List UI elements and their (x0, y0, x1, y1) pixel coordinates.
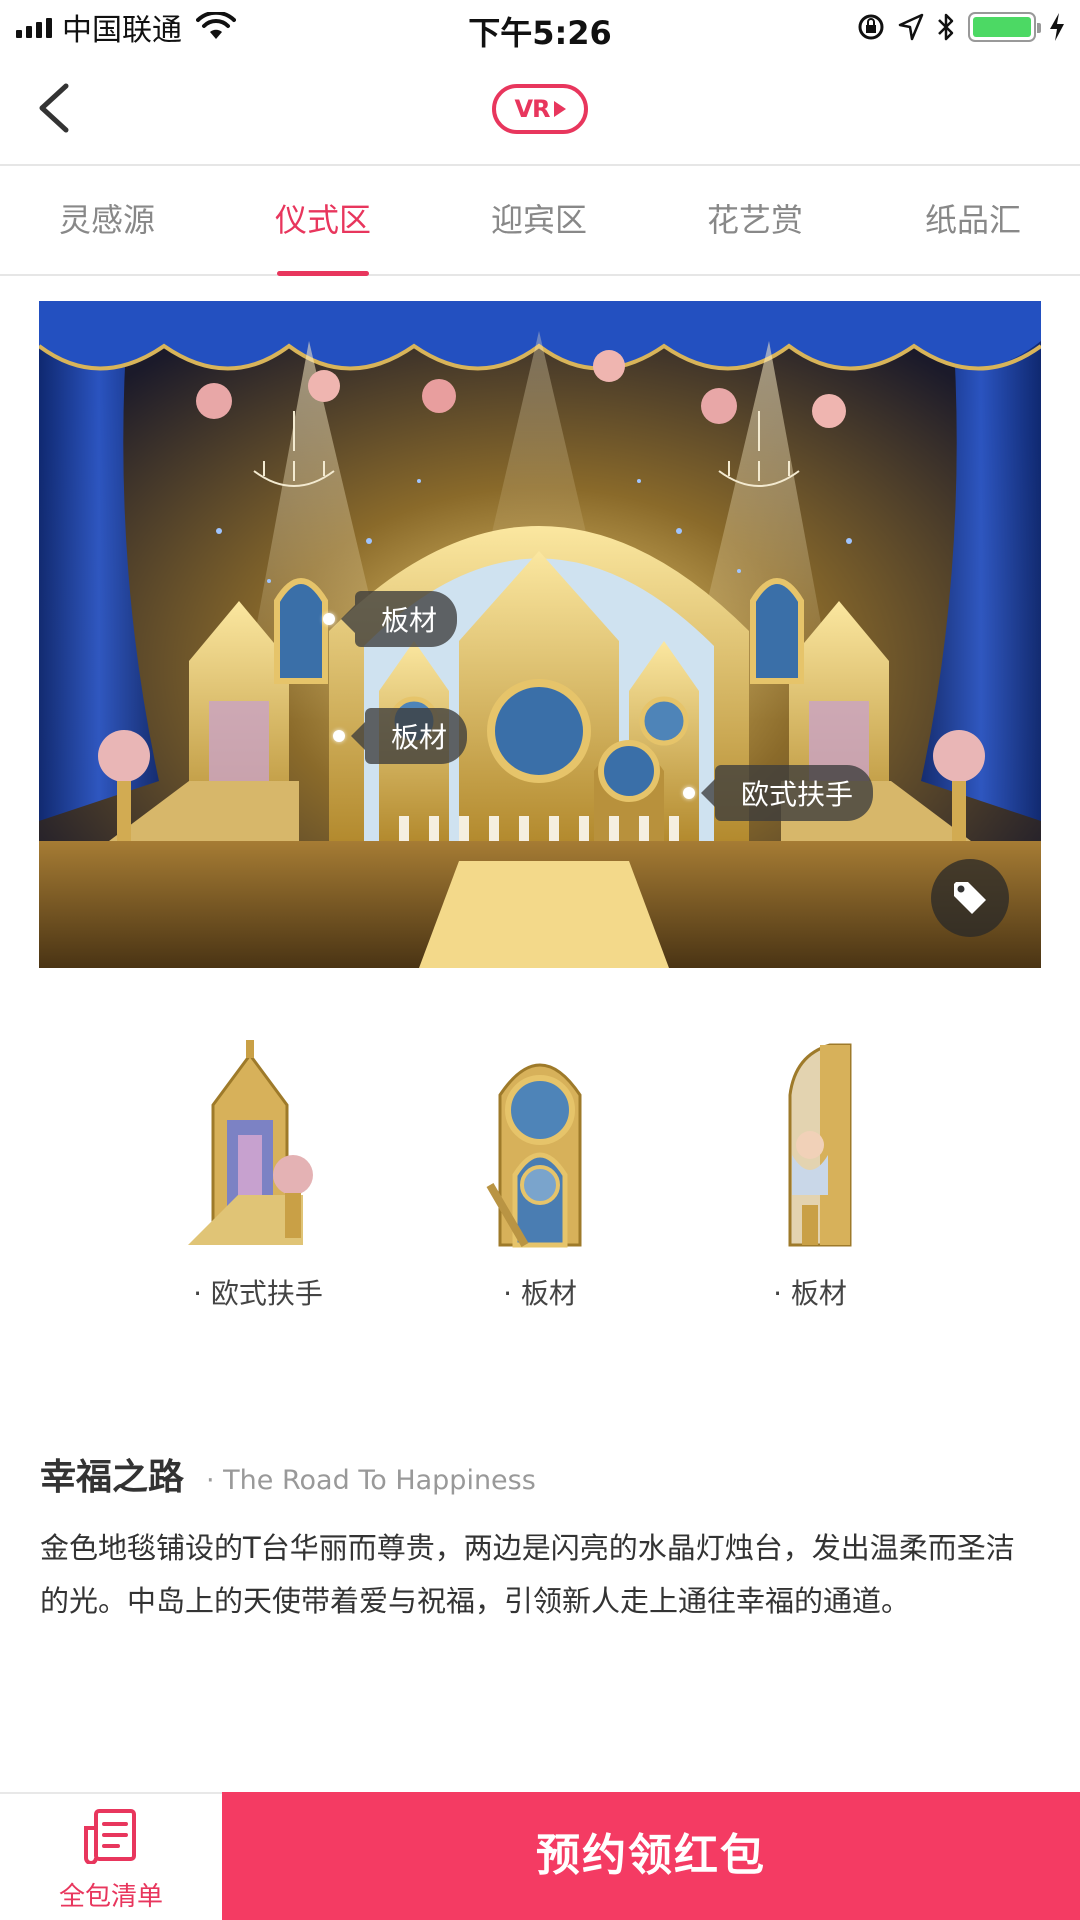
tab-stationery[interactable]: 纸品汇 (893, 168, 1053, 274)
category-tabs: 灵感源 仪式区 迎宾区 花艺赏 纸品汇 (0, 168, 1080, 276)
play-icon (553, 101, 566, 117)
chevron-left-icon (39, 83, 69, 133)
product-item-panel-1[interactable]: · 板材 (430, 1010, 650, 1330)
hero-image[interactable]: 板材 板材 欧式扶手 (39, 301, 1041, 968)
tab-ceremony[interactable]: 仪式区 (243, 168, 403, 276)
tag-toggle-button[interactable] (931, 859, 1009, 937)
package-list-button[interactable]: 全包清单 (0, 1794, 222, 1920)
product-item-handrail[interactable]: · 欧式扶手 (148, 1010, 368, 1330)
tag-icon (954, 882, 986, 914)
description-body: 金色地毯铺设的T台华丽而尊贵，两边是闪亮的水晶灯烛台，发出温柔而圣洁的光。中岛上… (40, 1531, 1015, 1618)
package-list-label: 全包清单 (58, 1882, 163, 1912)
hotspot-label: 欧式扶手 (700, 765, 874, 821)
hotspot-panel-1[interactable]: 板材 (323, 591, 458, 647)
wedding-stage-illustration (39, 301, 1041, 968)
battery-level (973, 17, 1031, 37)
battery-icon (968, 12, 1041, 42)
product-label: · 板材 (503, 1277, 577, 1310)
description-subtitle: · The Road To Happiness (206, 1465, 536, 1496)
back-button[interactable] (30, 78, 80, 138)
product-image-handrail (188, 1040, 313, 1245)
hotspot-label: 板材 (340, 591, 458, 647)
description-title: 幸福之路 (40, 1457, 185, 1498)
vr-label: VR (514, 95, 550, 123)
product-item-panel-2[interactable]: · 板材 (700, 1010, 920, 1330)
vr-button[interactable]: VR (492, 84, 588, 134)
tab-welcome[interactable]: 迎宾区 (459, 168, 619, 274)
product-list: · 欧式扶手 · 板材 · 板材 (0, 1010, 1080, 1340)
orientation-lock-icon (858, 14, 884, 40)
product-image-panel (486, 1063, 582, 1248)
product-label: · 欧式扶手 (193, 1277, 323, 1310)
bottom-bar: 全包清单 预约领红包 (0, 1792, 1080, 1920)
tab-inspiration[interactable]: 灵感源 (27, 168, 187, 274)
bluetooth-icon (938, 13, 954, 41)
product-image-panel (788, 1043, 852, 1247)
product-label: · 板材 (773, 1277, 847, 1310)
status-bar: 中国联通 下午5:26 (0, 0, 1080, 54)
tab-floral[interactable]: 花艺赏 (675, 168, 835, 274)
location-icon (898, 13, 924, 41)
hotspot-handrail[interactable]: 欧式扶手 (683, 765, 874, 821)
nav-bar: VR (0, 54, 1080, 166)
reserve-red-packet-button[interactable]: 预约领红包 (222, 1792, 1080, 1920)
document-list-icon (84, 1809, 136, 1864)
charging-icon (1050, 13, 1064, 41)
hotspot-panel-2[interactable]: 板材 (333, 708, 468, 764)
hotspot-label: 板材 (350, 708, 468, 764)
description-section: 幸福之路 · The Road To Happiness 金色地毯铺设的T台华丽… (40, 1448, 1040, 1628)
